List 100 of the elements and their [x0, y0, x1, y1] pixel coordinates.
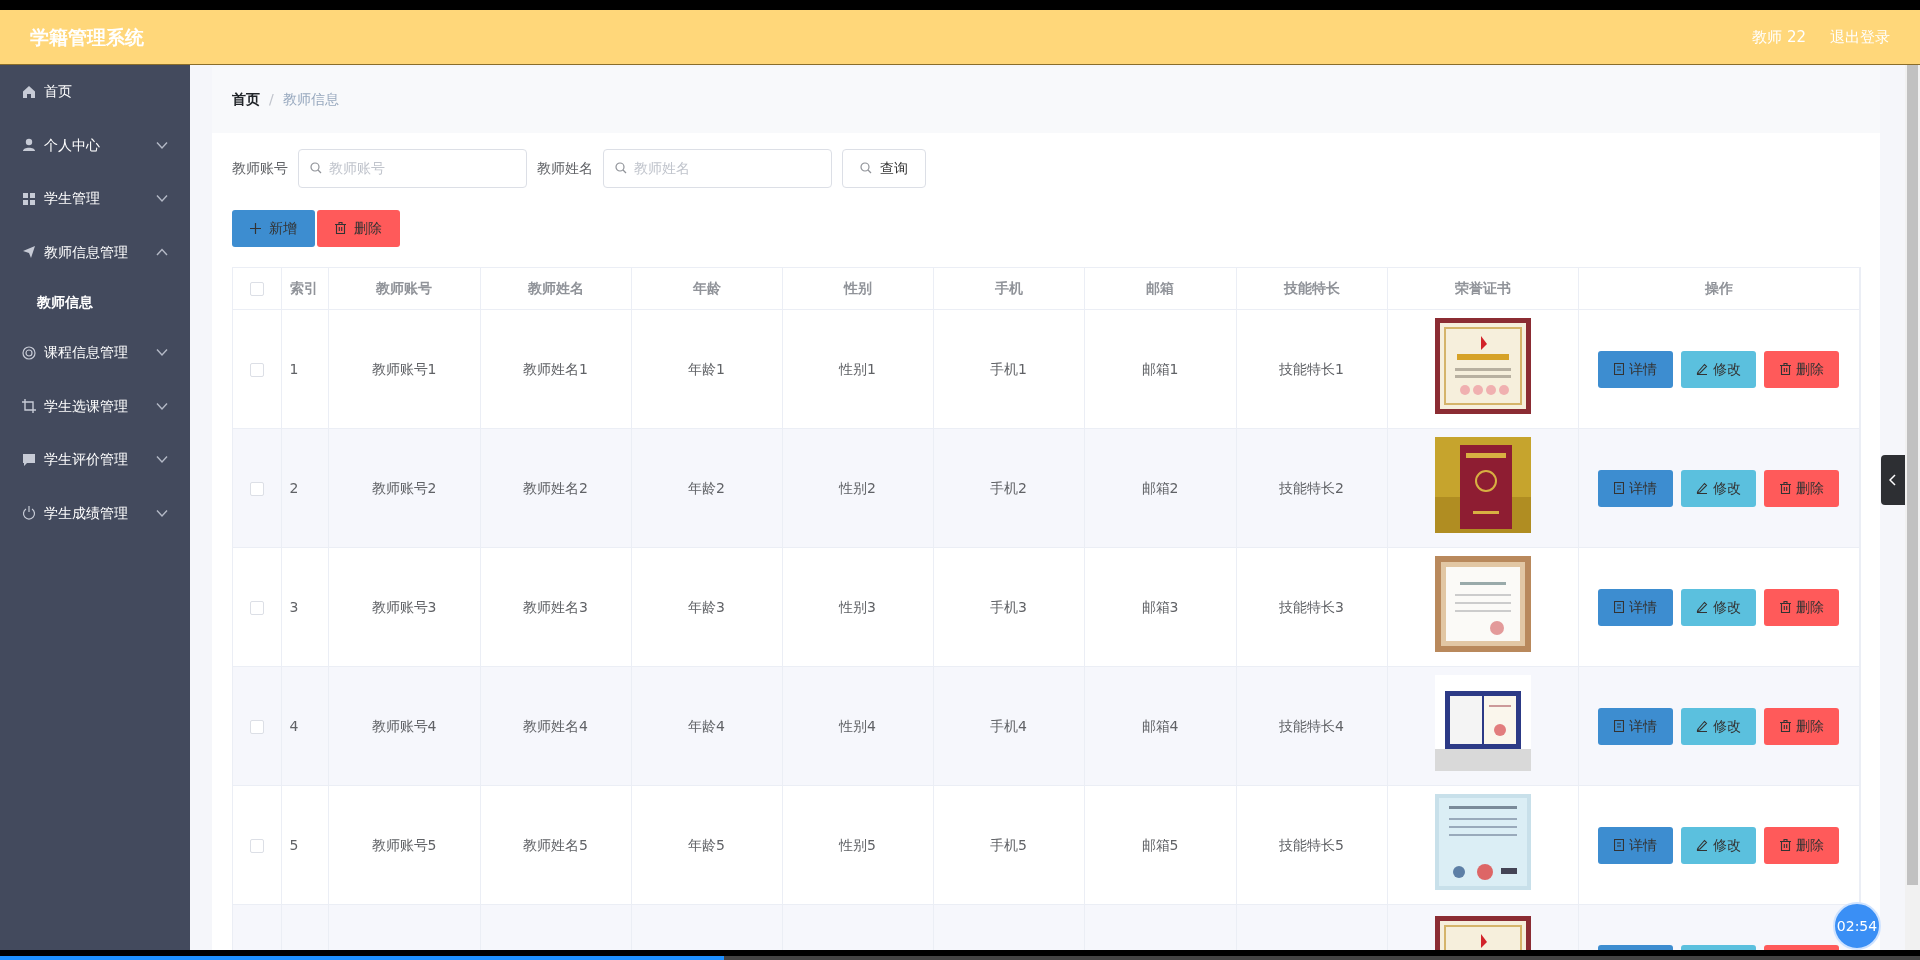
field-label: 教师账号	[232, 158, 288, 178]
breadcrumb-item: 教师信息	[282, 90, 339, 110]
trash-icon	[1779, 482, 1791, 495]
table-cell: 手机2	[990, 479, 1027, 496]
trash-icon	[335, 222, 346, 235]
search-icon	[860, 162, 872, 175]
table-cell: 1	[289, 360, 299, 377]
pencil-icon	[1696, 482, 1709, 495]
column-header: 教师账号	[376, 280, 432, 296]
trash-icon	[1779, 839, 1791, 852]
document-icon	[1614, 720, 1625, 733]
table-cell: 教师姓名1	[523, 360, 588, 377]
row-checkbox[interactable]	[249, 362, 264, 377]
chat-icon	[22, 452, 36, 467]
trash-icon	[1779, 720, 1791, 733]
column-header: 性别	[843, 280, 872, 296]
table-cell: 教师姓名3	[523, 598, 588, 615]
document-icon	[1614, 601, 1625, 614]
add-button[interactable]: 新增	[232, 209, 315, 247]
pencil-icon	[1696, 720, 1709, 733]
sidebar-item[interactable]: 教师信息管理	[0, 225, 190, 279]
table-cell: 5	[289, 836, 299, 853]
select-all-checkbox[interactable]	[249, 282, 264, 296]
document-icon	[1614, 363, 1625, 376]
table-cell: 邮箱2	[1141, 479, 1179, 496]
column-header: 教师姓名	[527, 280, 584, 296]
sidebar-item[interactable]: 首页	[0, 65, 190, 119]
sidebar-item[interactable]: 学生评价管理	[0, 433, 190, 487]
table-cell: 手机5	[990, 836, 1027, 853]
sidebar-item[interactable]: 学生选课管理	[0, 379, 190, 433]
column-header: 荣誉证书	[1454, 280, 1511, 296]
trash-icon	[1779, 363, 1791, 376]
table-cell: 教师账号2	[371, 479, 437, 496]
table-cell: 邮箱4	[1141, 717, 1179, 734]
edit-button[interactable]: 修改	[1681, 826, 1757, 864]
sidebar-item[interactable]: 学生管理	[0, 172, 190, 226]
progress-track[interactable]	[0, 956, 1920, 960]
edit-button[interactable]: 修改	[1681, 588, 1757, 626]
table-cell: 手机4	[990, 717, 1027, 734]
sidebar-item[interactable]: 课程信息管理	[0, 326, 190, 380]
search-field[interactable]: 教师账号	[298, 148, 527, 188]
document-icon	[1614, 482, 1625, 495]
column-header: 邮箱	[1146, 280, 1174, 296]
pencil-icon	[1696, 839, 1709, 852]
search-button[interactable]: 查询	[842, 148, 926, 188]
power-icon	[22, 506, 36, 521]
column-header: 索引	[289, 280, 318, 296]
table-cell: 年龄1	[688, 360, 725, 377]
grid-icon	[22, 191, 36, 206]
table-cell: 技能特长3	[1279, 598, 1344, 615]
delete-button[interactable]: 删除	[1764, 350, 1840, 388]
details-button[interactable]: 详情	[1598, 350, 1674, 388]
trash-icon	[1779, 601, 1791, 614]
delete-button[interactable]: 删除	[1764, 707, 1840, 745]
edit-button[interactable]: 修改	[1681, 707, 1757, 745]
table-cell: 性别2	[839, 479, 876, 496]
field-label: 教师姓名	[537, 158, 593, 178]
details-button[interactable]: 详情	[1598, 707, 1674, 745]
table-cell: 性别1	[839, 360, 876, 377]
table-cell: 教师姓名5	[523, 836, 588, 853]
search-icon	[615, 161, 627, 174]
table-cell: 性别3	[839, 598, 876, 615]
search-field[interactable]: 教师姓名	[603, 148, 832, 188]
sidebar-item[interactable]: 学生成绩管理	[0, 486, 190, 540]
home-icon	[22, 84, 36, 99]
table-cell: 邮箱5	[1141, 836, 1179, 853]
table-cell: 教师账号1	[371, 360, 437, 377]
edit-button[interactable]: 修改	[1681, 469, 1757, 507]
details-button[interactable]: 详情	[1598, 826, 1674, 864]
table-cell: 教师账号3	[371, 598, 437, 615]
sidebar-subitem[interactable]: 教师信息	[0, 279, 190, 326]
breadcrumb-item[interactable]: 首页	[232, 89, 260, 111]
table-cell: 性别4	[839, 717, 876, 734]
breadcrumb-separator: /	[269, 90, 274, 110]
scrollbar-thumb[interactable]	[1907, 65, 1918, 885]
row-checkbox[interactable]	[249, 600, 264, 615]
details-button[interactable]: 详情	[1598, 588, 1674, 626]
table-cell: 2	[289, 479, 299, 496]
collapse-tab[interactable]	[1881, 455, 1905, 505]
row-checkbox[interactable]	[249, 719, 264, 734]
table-cell: 邮箱1	[1141, 360, 1179, 377]
column-header: 技能特长	[1283, 280, 1340, 296]
pencil-icon	[1696, 601, 1709, 614]
details-button[interactable]: 详情	[1598, 469, 1674, 507]
edit-button[interactable]: 修改	[1681, 350, 1757, 388]
row-checkbox[interactable]	[249, 481, 264, 496]
row-checkbox[interactable]	[249, 838, 264, 853]
search-icon	[310, 161, 322, 174]
delete-button[interactable]: 删除	[317, 209, 400, 247]
delete-button[interactable]: 删除	[1764, 469, 1840, 507]
sidebar-item[interactable]: 个人中心	[0, 118, 190, 172]
table-cell: 教师账号4	[371, 717, 437, 734]
table-cell: 技能特长5	[1279, 836, 1344, 853]
delete-button[interactable]: 删除	[1764, 826, 1840, 864]
crop-icon	[22, 399, 36, 414]
user-icon	[22, 138, 36, 153]
column-header: 年龄	[692, 280, 721, 296]
table-cell: 教师账号5	[371, 836, 437, 853]
delete-button[interactable]: 删除	[1764, 588, 1840, 626]
table-cell: 年龄2	[688, 479, 725, 496]
